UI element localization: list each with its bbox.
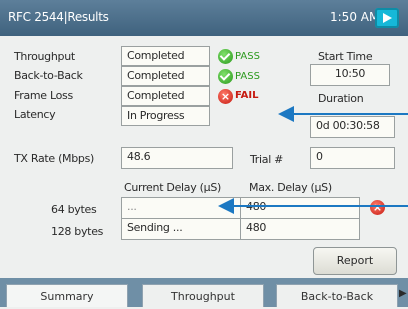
tab-scroll-right-icon[interactable]: ▶ [399, 288, 407, 299]
result-frame-loss: FAIL [235, 90, 259, 101]
tab-throughput[interactable]: Throughput [142, 284, 264, 307]
current-delay-header: Current Delay (µS) [124, 181, 222, 194]
result-throughput: PASS [235, 51, 260, 62]
battery-icon[interactable] [375, 8, 399, 28]
start-time-value: 10:50 [310, 64, 390, 86]
test-label-latency: Latency [14, 108, 56, 121]
tab-summary[interactable]: Summary [6, 284, 128, 307]
pass-icon [218, 49, 233, 64]
report-button[interactable]: Report [313, 247, 397, 275]
trial-label: Trial # [250, 153, 284, 166]
duration-value: 0d 00:30:58 [310, 116, 395, 138]
status-back-to-back: Completed [121, 66, 210, 86]
delay-row-size: 64 bytes [51, 203, 97, 216]
test-label-back-to-back: Back-to-Back [14, 69, 83, 82]
window-title: RFC 2544|Results [8, 10, 109, 24]
delay-max-128: 480 [240, 218, 360, 240]
tx-rate-value: 48.6 [121, 147, 233, 169]
delay-max-64: 480 [240, 197, 360, 219]
status-frame-loss: Completed [121, 86, 210, 106]
fail-icon: × [370, 200, 385, 215]
test-label-frame-loss: Frame Loss [14, 89, 73, 102]
delay-row-size: 128 bytes [51, 225, 104, 238]
status-latency: In Progress [121, 106, 210, 126]
result-back-to-back: PASS [235, 71, 260, 82]
max-delay-header: Max. Delay (µS) [249, 181, 332, 194]
annotation-arrow [218, 198, 408, 214]
status-throughput: Completed [121, 46, 210, 66]
fail-icon: × [218, 89, 233, 104]
pass-icon [218, 69, 233, 84]
annotation-arrow [278, 106, 408, 122]
duration-label: Duration [318, 92, 364, 105]
clock: 1:50 AM [330, 10, 380, 24]
tab-back-to-back[interactable]: Back-to-Back [276, 284, 398, 307]
delay-current-128: Sending ... [121, 218, 241, 240]
tx-rate-label: TX Rate (Mbps) [14, 152, 95, 165]
trial-value: 0 [310, 147, 395, 169]
start-time-label: Start Time [318, 50, 373, 63]
test-label-throughput: Throughput [14, 50, 75, 63]
title-bar: RFC 2544|Results 1:50 AM [0, 0, 408, 36]
